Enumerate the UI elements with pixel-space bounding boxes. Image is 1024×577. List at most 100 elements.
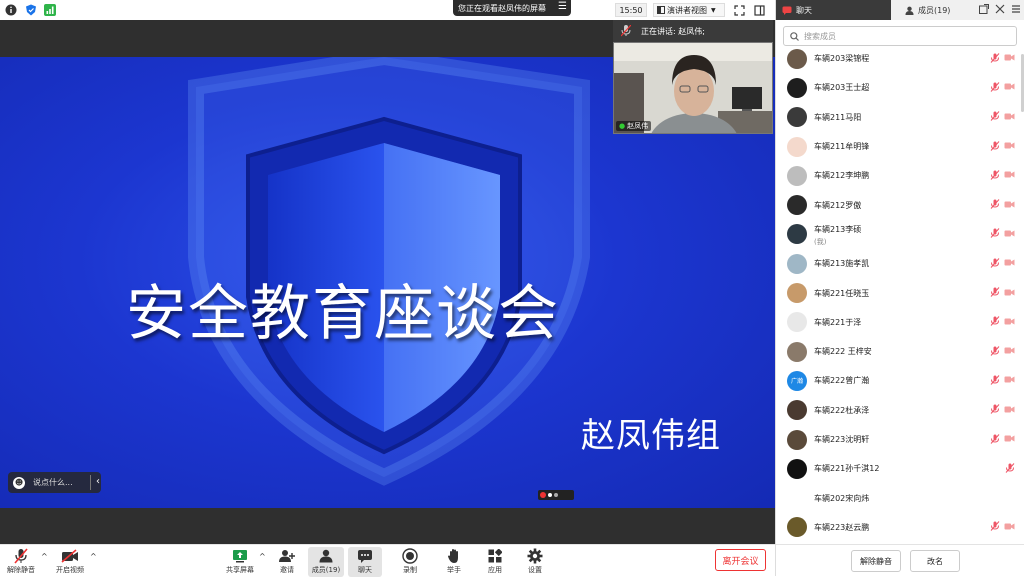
slide-title: 安全教育座谈会 (126, 279, 560, 349)
member-status (990, 316, 1015, 328)
unmute-button[interactable]: 解除静音 (4, 547, 38, 577)
popout-icon[interactable] (979, 4, 989, 14)
active-speaker-text: 正在讲话: 赵凤伟; (641, 26, 705, 36)
members-button[interactable]: 成员(19) (308, 547, 344, 577)
member-row[interactable]: 车辆222 王梓安 (776, 337, 1024, 366)
member-row[interactable]: 车辆202宋向炜 (776, 483, 1024, 512)
tab-chat-label: 聊天 (796, 5, 812, 15)
member-row[interactable]: 广瀚 车辆222曾广瀚 (776, 366, 1024, 395)
member-name: 车辆221于泽 (814, 317, 862, 327)
emoji-icon[interactable]: ☻ (13, 476, 25, 489)
avatar (787, 77, 807, 98)
chat-input-pill[interactable]: ☻ 说点什么... ‹ (8, 472, 101, 493)
chevron-up-icon[interactable]: ^ (259, 552, 266, 561)
muted-mic-icon (990, 521, 1000, 533)
member-search-placeholder: 搜索成员 (804, 31, 836, 41)
member-name: 车辆213施孝凯 (814, 259, 870, 269)
member-name: 车辆203王士超 (814, 83, 870, 93)
share-screen-button[interactable]: 共享屏幕 (223, 547, 257, 577)
member-name: 车辆202宋向炜 (814, 493, 870, 503)
raise-hand-label: 举手 (447, 566, 461, 574)
member-status (990, 521, 1015, 533)
muted-mic-icon (990, 140, 1000, 153)
sidebar-toggle-icon[interactable] (752, 3, 766, 17)
avatar (787, 517, 807, 538)
member-row[interactable]: 车辆203王士超 (776, 73, 1024, 102)
member-row[interactable]: 车辆221任晓玉 (776, 278, 1024, 307)
avatar (787, 165, 807, 186)
invite-button[interactable]: 邀请 (271, 547, 303, 577)
avatar (787, 458, 807, 479)
muted-mic-icon (990, 257, 1000, 270)
fullscreen-icon[interactable] (732, 3, 746, 17)
members-icon (905, 6, 914, 15)
settings-button[interactable]: 设置 (519, 547, 551, 577)
security-shield-icon[interactable] (24, 3, 38, 17)
member-status (990, 199, 1015, 211)
member-status (990, 257, 1015, 270)
member-row[interactable]: 车辆223赵云鹏 (776, 513, 1024, 542)
member-row[interactable]: 车辆221孙千淇12 (776, 454, 1024, 483)
member-status (990, 140, 1015, 153)
start-video-button[interactable]: 开启视频 (53, 547, 87, 577)
member-row[interactable]: 车辆203梁锦程 (776, 46, 1024, 73)
member-row[interactable]: 车辆221于泽 (776, 308, 1024, 337)
tab-members-label: 成员(19) (918, 5, 951, 15)
hand-icon (447, 547, 461, 565)
record-button[interactable]: 录制 (394, 547, 426, 577)
member-name: 车辆222曾广瀚 (814, 376, 870, 386)
member-name: 车辆222杜承泽 (814, 405, 870, 415)
leave-meeting-button[interactable]: 离开会议 (715, 549, 766, 571)
member-row[interactable]: 车辆211牟明锋 (776, 132, 1024, 161)
member-row[interactable]: 车辆213施孝凯 (776, 249, 1024, 278)
video-off-icon (1004, 375, 1015, 386)
viewing-screen-banner: 您正在观看赵凤伟的屏幕 ☰ (453, 0, 571, 16)
member-row[interactable]: 车辆223沈明轩 (776, 425, 1024, 454)
chevron-up-icon[interactable]: ^ (41, 552, 48, 561)
video-off-icon (1004, 170, 1015, 181)
chevron-down-icon: ▼ (711, 6, 716, 14)
member-name: 车辆211马阳 (814, 112, 862, 122)
ime-dot-icon (548, 493, 552, 497)
member-row[interactable]: 车辆222杜承泽 (776, 396, 1024, 425)
raise-hand-button[interactable]: 举手 (438, 547, 470, 577)
member-row[interactable]: 车辆212李坤鹏 (776, 161, 1024, 190)
apps-grid-icon (488, 547, 502, 565)
avatar (787, 429, 807, 450)
chat-button[interactable]: 聊天 (348, 547, 382, 577)
member-row[interactable]: 车辆211马阳 (776, 103, 1024, 132)
member-search-input[interactable]: 搜索成员 (783, 26, 1017, 46)
apps-button[interactable]: 应用 (479, 547, 511, 577)
member-name: 车辆223沈明轩 (814, 435, 870, 444)
member-row[interactable]: 车辆212罗傲 (776, 190, 1024, 219)
rename-button[interactable]: 改名 (910, 550, 960, 572)
layout-icon (657, 6, 665, 14)
muted-mic-icon (990, 169, 1000, 182)
signal-strength-icon[interactable] (43, 3, 57, 17)
video-off-icon (1004, 522, 1015, 533)
menu-icon[interactable]: ☰ (558, 1, 567, 12)
view-mode-label: 演讲者视图 (667, 5, 707, 15)
chevron-left-icon[interactable]: ‹ (96, 476, 100, 487)
video-name-tag: ● 赵凤伟 (616, 121, 652, 131)
info-icon[interactable] (4, 3, 18, 17)
members-label: 成员(19) (311, 566, 341, 574)
avatar (787, 400, 807, 421)
chevron-up-icon[interactable]: ^ (90, 552, 97, 561)
search-icon (790, 31, 799, 41)
close-icon[interactable] (995, 4, 1005, 14)
muted-mic-icon (1005, 462, 1015, 475)
menu-icon[interactable] (1011, 4, 1021, 14)
member-name: 车辆221任晓玉 (814, 288, 870, 298)
speaker-video[interactable]: ● 赵凤伟 (613, 42, 773, 134)
tab-chat[interactable]: 聊天 (776, 0, 891, 20)
panel-footer: 解除静音 改名 (776, 544, 1024, 576)
divider (90, 475, 91, 490)
video-off-icon (1004, 288, 1015, 299)
tab-members[interactable]: 成员(19) (891, 0, 1024, 20)
muted-mic-icon (990, 433, 1000, 446)
gear-icon (527, 547, 543, 565)
unmute-all-button[interactable]: 解除静音 (851, 550, 901, 572)
view-mode-dropdown[interactable]: 演讲者视图 ▼ (653, 3, 725, 17)
member-row[interactable]: 车辆213李硕 (我) (776, 220, 1024, 249)
